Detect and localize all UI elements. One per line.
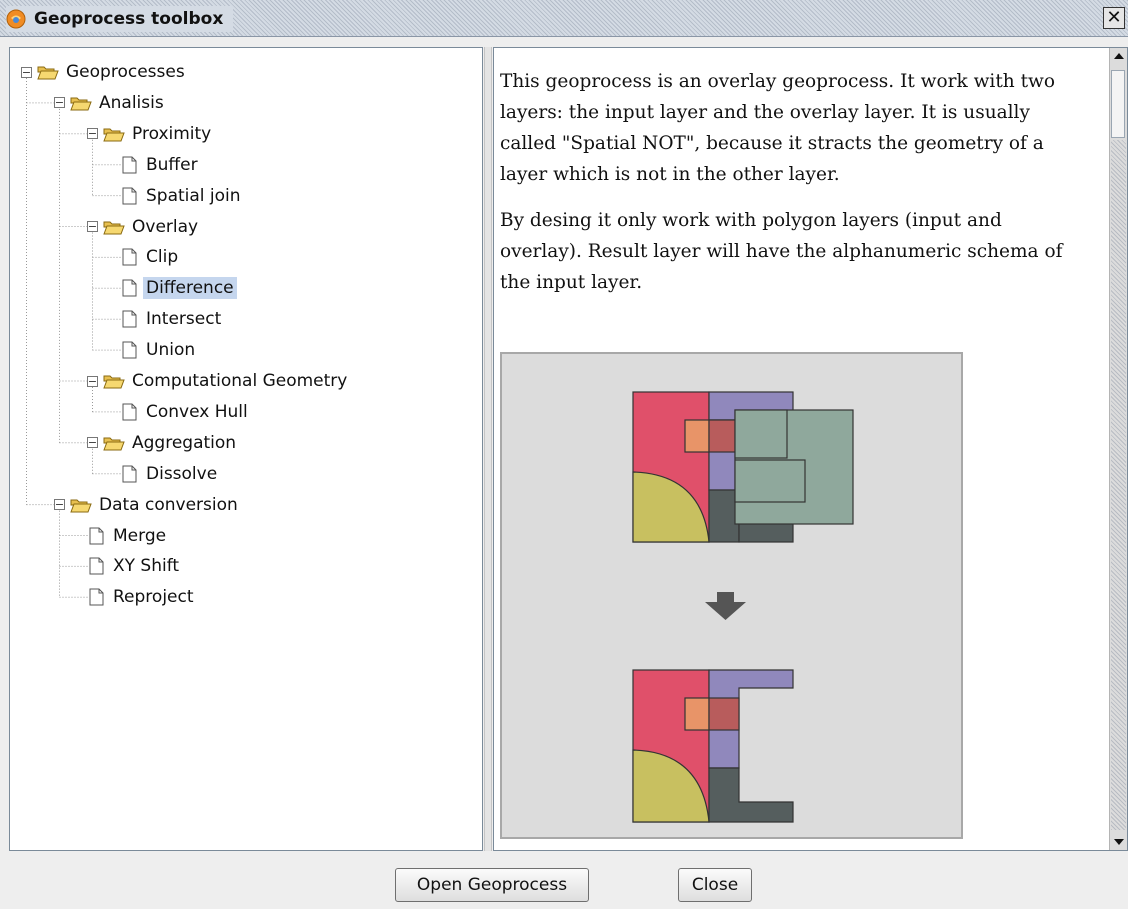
tree-node-data-conversion[interactable]: − Data conversion (54, 492, 241, 518)
tree-node-spatial-join[interactable]: Spatial join (120, 183, 244, 209)
tree-node-label: Convex Hull (146, 401, 248, 422)
tree-node-geoprocesses[interactable]: − Geoprocesses (21, 59, 188, 85)
open-folder-icon (70, 97, 92, 111)
result-orange-polygon (684, 697, 710, 731)
tree-node-label: Dissolve (146, 463, 218, 484)
tree-node-label: Reproject (113, 587, 194, 608)
tree-node-label: Proximity (132, 123, 212, 144)
tree-node-analisis[interactable]: − Analisis (54, 90, 167, 116)
tree-node-difference[interactable]: Difference (120, 275, 237, 301)
document-icon (122, 465, 137, 483)
arrow-down-icon (705, 592, 746, 620)
tree-node-buffer[interactable]: Buffer (120, 152, 201, 178)
overlay-green-small-2 (734, 459, 806, 503)
help-paragraph-2: By desing it only work with polygon laye… (500, 210, 1063, 293)
difference-diagram (632, 391, 854, 823)
tree-node-label: Analisis (99, 92, 164, 113)
document-icon (122, 403, 137, 421)
scroll-down-icon (1113, 839, 1124, 845)
geoprocess-tree[interactable]: − Geoprocesses − Analisis − Proximity Buffer Sp… (9, 47, 483, 851)
tree-node-intersect[interactable]: Intersect (120, 306, 224, 332)
close-window-button[interactable]: ✕ (1103, 7, 1125, 29)
open-folder-icon (103, 437, 125, 451)
tree-node-clip[interactable]: Clip (120, 244, 181, 270)
tree-node-label: Clip (146, 247, 179, 268)
scroll-thumb[interactable] (1111, 70, 1125, 138)
open-folder-icon (103, 375, 125, 389)
tree-node-xy-shift[interactable]: XY Shift (87, 553, 182, 579)
help-scrollbar[interactable] (1109, 48, 1127, 850)
tree-node-label: Union (146, 340, 196, 361)
input-orange-polygon (684, 419, 710, 453)
document-icon (122, 341, 137, 359)
split-pane-divider[interactable] (484, 47, 492, 851)
tree-connector-lines (26, 78, 122, 598)
tree-node-merge[interactable]: Merge (87, 523, 169, 549)
document-icon (122, 248, 137, 266)
open-folder-icon (103, 221, 125, 234)
tree-node-label: Difference (143, 277, 237, 300)
tree-node-label: Spatial join (146, 185, 241, 206)
close-button[interactable]: Close (678, 868, 752, 902)
collapse-icon[interactable]: − (87, 437, 98, 449)
tree-node-reproject[interactable]: Reproject (87, 584, 197, 610)
app-icon (6, 9, 26, 29)
scroll-down-button[interactable] (1110, 834, 1127, 850)
tree-node-convex-hull[interactable]: Convex Hull (120, 399, 251, 425)
tree-node-label: Buffer (146, 154, 198, 175)
collapse-icon[interactable]: − (87, 128, 98, 140)
tree-node-label: XY Shift (113, 556, 180, 577)
document-icon (122, 156, 137, 174)
tree-node-label: Data conversion (99, 494, 238, 515)
help-paragraph-1: This geoprocess is an overlay geoprocess… (500, 71, 1055, 185)
document-icon (89, 557, 104, 575)
tree-node-label: Geoprocesses (66, 62, 185, 82)
open-folder-icon (37, 66, 59, 80)
help-text: This geoprocess is an overlay geoprocess… (500, 66, 1080, 313)
collapse-icon[interactable]: − (87, 221, 98, 232)
tree-node-label: Merge (113, 525, 167, 546)
tree-node-overlay[interactable]: − Overlay (87, 214, 201, 240)
scroll-track[interactable] (1111, 140, 1126, 830)
scroll-up-button[interactable] (1110, 48, 1127, 64)
open-geoprocess-button[interactable]: Open Geoprocess (395, 868, 589, 902)
document-icon (122, 279, 137, 297)
open-folder-icon (70, 499, 92, 513)
close-icon: ✕ (1106, 7, 1122, 28)
document-icon (122, 310, 137, 328)
difference-illustration (500, 352, 963, 839)
tree-node-label: Aggregation (132, 432, 237, 453)
document-icon (122, 187, 137, 205)
overlay-green-small-1 (734, 409, 788, 459)
title-group: Geoprocess toolbox (6, 6, 234, 32)
scroll-up-icon (1113, 53, 1124, 59)
tree-node-label: Computational Geometry (132, 371, 348, 391)
open-folder-icon (103, 128, 125, 142)
result-dark-polygon (708, 767, 794, 823)
document-icon (89, 588, 104, 606)
tree-node-aggregation[interactable]: − Aggregation (87, 430, 239, 456)
tree-node-label: Overlay (132, 216, 199, 237)
collapse-icon[interactable]: − (21, 66, 32, 78)
result-brown-polygon (708, 697, 740, 731)
title-bar[interactable]: Geoprocess toolbox ✕ (0, 0, 1128, 37)
collapse-icon[interactable]: − (87, 375, 98, 387)
tree-node-label: Intersect (146, 309, 222, 330)
overlay-layer (734, 409, 854, 525)
window-title: Geoprocess toolbox (34, 9, 224, 29)
document-icon (89, 527, 104, 544)
result-layer (632, 669, 794, 823)
collapse-icon[interactable]: − (54, 97, 65, 109)
tree-node-union[interactable]: Union (120, 337, 198, 363)
help-panel[interactable]: This geoprocess is an overlay geoprocess… (493, 47, 1128, 851)
collapse-icon[interactable]: − (54, 499, 65, 511)
tree-node-dissolve[interactable]: Dissolve (120, 461, 220, 487)
tree-node-computational-geometry[interactable]: − Computational Geometry (87, 368, 350, 394)
tree-node-proximity[interactable]: − Proximity (87, 121, 214, 147)
